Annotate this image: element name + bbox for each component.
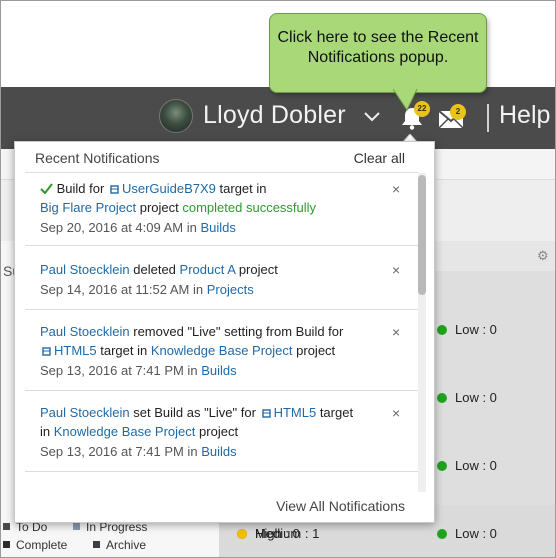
notification-list[interactable]: Build for UserGuideB7X9 target in Big Fl…: [25, 172, 418, 493]
status-row: Low : 0: [437, 458, 497, 473]
dismiss-button[interactable]: ×: [392, 405, 400, 421]
legend-archive: Archive: [93, 538, 146, 552]
notification-date-line: Sep 13, 2016 at 7:41 PM in Builds: [40, 363, 237, 378]
notification-action: deleted: [133, 262, 176, 277]
notification-line: Build for UserGuideB7X9 target in: [40, 181, 267, 196]
callout-line: Click here to see the Recent: [277, 29, 479, 46]
in-word: in: [40, 424, 51, 439]
user-link[interactable]: Paul Stoecklein: [40, 405, 130, 420]
callout-line: Notifications popup.: [307, 49, 449, 66]
status-label: Low : 0: [455, 322, 497, 337]
category-link[interactable]: Builds: [201, 363, 236, 378]
notification-mid: target: [319, 405, 354, 420]
notification-item[interactable]: Paul Stoecklein deleted Product A projec…: [25, 246, 418, 310]
user-link[interactable]: Paul Stoecklein: [40, 262, 130, 277]
notification-item[interactable]: Paul Stoecklein set Build as "Live" for …: [25, 391, 418, 472]
recent-notifications-popup: Recent Notifications Clear all Build for…: [14, 141, 435, 523]
target-link[interactable]: HTML5: [54, 343, 97, 358]
archive-swatch-icon: [93, 541, 100, 548]
todo-swatch-icon: [3, 523, 10, 530]
popup-title: Recent Notifications: [35, 150, 160, 166]
status-label: Low : 0: [455, 390, 497, 405]
notification-line: Big Flare Project project completed succ…: [40, 200, 316, 215]
category-link[interactable]: Builds: [200, 220, 235, 235]
object-word: project: [238, 262, 278, 277]
notification-line: HTML5 target in Knowledge Base Project p…: [40, 343, 335, 358]
callout-bubble: Click here to see the Recent Notificatio…: [269, 13, 487, 93]
priority-medium: Medium : 1: [237, 526, 555, 542]
project-word: project: [139, 200, 179, 215]
notification-date: Sep 14, 2016 at 11:52 AM in: [40, 282, 204, 297]
medium-dot-icon: [237, 529, 247, 539]
checkmark-icon: [40, 183, 53, 195]
status-dot-icon: [437, 393, 447, 403]
priority-medium-label: Medium : 1: [255, 526, 320, 541]
dismiss-button[interactable]: ×: [392, 181, 400, 197]
gear-icon[interactable]: ⚙: [537, 248, 549, 264]
help-link[interactable]: Help: [499, 101, 550, 130]
category-link[interactable]: Projects: [207, 282, 254, 297]
legend-label: Archive: [106, 538, 147, 552]
notification-prefix: Build for: [56, 181, 105, 196]
legend-complete: Complete: [3, 538, 67, 552]
project-link[interactable]: Knowledge Base Project: [151, 343, 293, 358]
status-row: Low : 0: [437, 390, 497, 405]
target-icon: [42, 347, 51, 356]
notification-date: Sep 13, 2016 at 7:41 PM in: [40, 363, 198, 378]
object-link[interactable]: Product A: [180, 262, 236, 277]
notification-line: Paul Stoecklein deleted Product A projec…: [40, 262, 278, 277]
clear-all-button[interactable]: Clear all: [354, 150, 405, 166]
dismiss-button[interactable]: ×: [392, 324, 400, 340]
notification-date-line: Sep 14, 2016 at 11:52 AM in Projects: [40, 282, 254, 297]
user-link[interactable]: Paul Stoecklein: [40, 324, 130, 339]
status-label: Low : 0: [455, 458, 497, 473]
target-icon: [110, 185, 119, 194]
target-link[interactable]: HTML5: [274, 405, 317, 420]
notification-item[interactable]: Paul Stoecklein removed "Live" setting f…: [25, 310, 418, 391]
callout-text: Click here to see the Recent Notificatio…: [270, 28, 486, 68]
user-name[interactable]: Lloyd Dobler: [203, 101, 346, 130]
project-word: project: [296, 343, 336, 358]
notification-mid: target in: [100, 343, 148, 358]
target-icon: [261, 409, 271, 418]
notification-date: Sep 20, 2016 at 4:09 AM in: [40, 220, 197, 235]
legend-label: Complete: [16, 538, 68, 552]
notification-action: removed "Live" setting from Build for: [133, 324, 344, 339]
screenshot-frame: ⚙ Su Low : 0 Low : 0 Low : 0 Low : 0 Hig…: [0, 0, 556, 558]
notification-action: set Build as "Live" for: [133, 405, 256, 420]
chevron-down-icon[interactable]: [363, 111, 381, 123]
category-link[interactable]: Builds: [201, 444, 236, 459]
complete-swatch-icon: [3, 541, 10, 548]
messages-badge: 2: [450, 104, 466, 120]
notification-date-line: Sep 20, 2016 at 4:09 AM in Builds: [40, 220, 236, 235]
notification-item-partial[interactable]: [25, 472, 418, 493]
notification-mid: target in: [219, 181, 267, 196]
status-dot-icon: [437, 461, 447, 471]
callout-pointer: [393, 89, 418, 111]
in-progress-swatch-icon: [73, 523, 80, 530]
target-link[interactable]: UserGuideB7X9: [122, 181, 216, 196]
notification-line: Paul Stoecklein set Build as "Live" for …: [40, 405, 353, 420]
scrollbar-thumb[interactable]: [418, 175, 426, 295]
project-link[interactable]: Big Flare Project: [40, 200, 136, 215]
header-divider: [487, 104, 489, 132]
status-row: Low : 0: [437, 322, 497, 337]
avatar[interactable]: [159, 99, 193, 133]
project-word: project: [199, 424, 239, 439]
notification-item[interactable]: Build for UserGuideB7X9 target in Big Fl…: [25, 173, 418, 246]
notification-line: Paul Stoecklein removed "Live" setting f…: [40, 324, 343, 339]
status-dot-icon: [437, 325, 447, 335]
notification-date-line: Sep 13, 2016 at 7:41 PM in Builds: [40, 444, 237, 459]
notification-line: in Knowledge Base Project project: [40, 424, 238, 439]
project-link[interactable]: Knowledge Base Project: [54, 424, 196, 439]
dismiss-button[interactable]: ×: [392, 262, 400, 278]
status-text: completed successfully: [182, 200, 317, 215]
view-all-notifications-link[interactable]: View All Notifications: [15, 498, 405, 514]
notification-date: Sep 13, 2016 at 7:41 PM in: [40, 444, 198, 459]
